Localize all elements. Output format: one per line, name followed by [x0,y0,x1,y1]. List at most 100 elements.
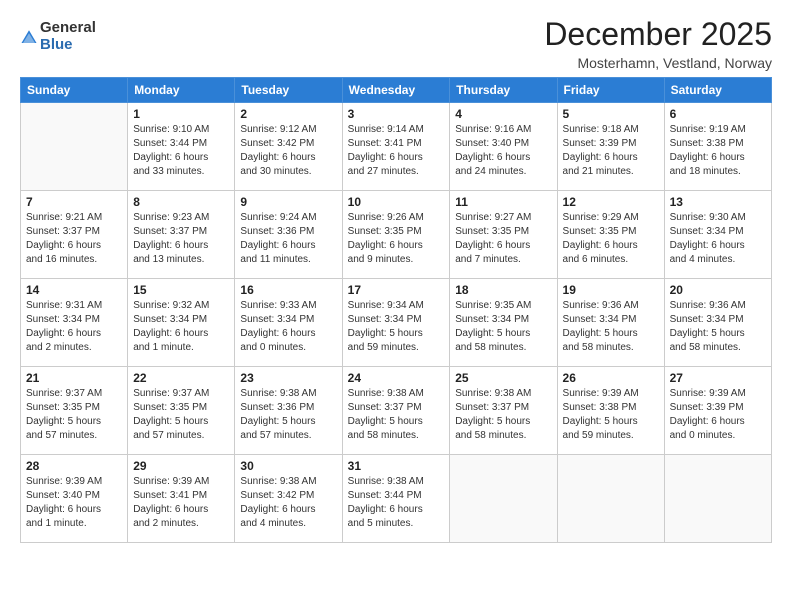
day-number: 11 [455,195,551,209]
day-number: 15 [133,283,229,297]
col-friday: Friday [557,78,664,103]
col-wednesday: Wednesday [342,78,450,103]
day-info: Sunrise: 9:14 AMSunset: 3:41 PMDaylight:… [348,123,445,179]
day-info: Sunrise: 9:36 AMSunset: 3:34 PMDaylight:… [563,299,659,355]
day-info: Sunrise: 9:12 AMSunset: 3:42 PMDaylight:… [240,123,336,179]
table-row: 27 Sunrise: 9:39 AMSunset: 3:39 PMDayligh… [664,367,771,455]
day-info: Sunrise: 9:39 AMSunset: 3:39 PMDaylight:… [670,387,766,443]
table-row: 14Sunrise: 9:31 AMSunset: 3:34 PMDayligh… [21,279,128,367]
logo-blue-text: Blue [40,37,96,54]
table-row: 19 Sunrise: 9:36 AMSunset: 3:34 PMDayligh… [557,279,664,367]
table-row [21,103,128,191]
day-info: Sunrise: 9:39 AMSunset: 3:40 PMDaylight:… [26,475,122,531]
location-subtitle: Mosterhamn, Vestland, Norway [544,55,772,71]
day-number: 27 [670,371,766,385]
table-row: 30 Sunrise: 9:38 AMSunset: 3:42 PMDayligh… [235,455,342,543]
calendar-week-row: 21 Sunrise: 9:37 AMSunset: 3:35 PMDayligh… [21,367,772,455]
day-info: Sunrise: 9:18 AMSunset: 3:39 PMDaylight:… [563,123,659,179]
table-row: 31 Sunrise: 9:38 AMSunset: 3:44 PMDayligh… [342,455,450,543]
day-number: 25 [455,371,551,385]
day-number: 22 [133,371,229,385]
table-row: 13Sunrise: 9:30 AMSunset: 3:34 PMDayligh… [664,191,771,279]
day-number: 17 [348,283,445,297]
day-info: Sunrise: 9:33 AMSunset: 3:34 PMDaylight:… [240,299,336,355]
day-info: Sunrise: 9:37 AMSunset: 3:35 PMDaylight:… [133,387,229,443]
table-row: 28 Sunrise: 9:39 AMSunset: 3:40 PMDayligh… [21,455,128,543]
day-number: 23 [240,371,336,385]
day-number: 28 [26,459,122,473]
table-row: 20 Sunrise: 9:36 AMSunset: 3:34 PMDayligh… [664,279,771,367]
calendar-week-row: 14Sunrise: 9:31 AMSunset: 3:34 PMDayligh… [21,279,772,367]
header: General Blue December 2025 Mosterhamn, V… [20,16,772,71]
day-info: Sunrise: 9:24 AMSunset: 3:36 PMDaylight:… [240,211,336,267]
day-number: 31 [348,459,445,473]
table-row: 9 Sunrise: 9:24 AMSunset: 3:36 PMDaylight… [235,191,342,279]
day-number: 16 [240,283,336,297]
day-info: Sunrise: 9:32 AMSunset: 3:34 PMDaylight:… [133,299,229,355]
col-saturday: Saturday [664,78,771,103]
month-title: December 2025 [544,16,772,53]
day-info: Sunrise: 9:26 AMSunset: 3:35 PMDaylight:… [348,211,445,267]
day-info: Sunrise: 9:38 AMSunset: 3:36 PMDaylight:… [240,387,336,443]
table-row: 4Sunrise: 9:16 AMSunset: 3:40 PMDaylight… [450,103,557,191]
day-number: 1 [133,107,229,121]
day-number: 18 [455,283,551,297]
table-row: 8 Sunrise: 9:23 AMSunset: 3:37 PMDaylight… [128,191,235,279]
logo-text: General Blue [40,20,96,53]
col-tuesday: Tuesday [235,78,342,103]
day-number: 13 [670,195,766,209]
table-row: 15 Sunrise: 9:32 AMSunset: 3:34 PMDayligh… [128,279,235,367]
day-number: 19 [563,283,659,297]
table-row: 1 Sunrise: 9:10 AMSunset: 3:44 PMDaylight… [128,103,235,191]
table-row: 21 Sunrise: 9:37 AMSunset: 3:35 PMDayligh… [21,367,128,455]
day-info: Sunrise: 9:38 AMSunset: 3:42 PMDaylight:… [240,475,336,531]
day-number: 14 [26,283,122,297]
table-row: 23 Sunrise: 9:38 AMSunset: 3:36 PMDayligh… [235,367,342,455]
day-info: Sunrise: 9:29 AMSunset: 3:35 PMDaylight:… [563,211,659,267]
table-row: 7Sunrise: 9:21 AMSunset: 3:37 PMDaylight… [21,191,128,279]
table-row: 10Sunrise: 9:26 AMSunset: 3:35 PMDayligh… [342,191,450,279]
day-info: Sunrise: 9:34 AMSunset: 3:34 PMDaylight:… [348,299,445,355]
day-number: 21 [26,371,122,385]
day-number: 7 [26,195,122,209]
day-number: 26 [563,371,659,385]
table-row: 16 Sunrise: 9:33 AMSunset: 3:34 PMDayligh… [235,279,342,367]
table-row [557,455,664,543]
day-info: Sunrise: 9:16 AMSunset: 3:40 PMDaylight:… [455,123,551,179]
table-row: 26 Sunrise: 9:39 AMSunset: 3:38 PMDayligh… [557,367,664,455]
table-row: 22 Sunrise: 9:37 AMSunset: 3:35 PMDayligh… [128,367,235,455]
day-info: Sunrise: 9:38 AMSunset: 3:37 PMDaylight:… [348,387,445,443]
day-info: Sunrise: 9:36 AMSunset: 3:34 PMDaylight:… [670,299,766,355]
day-number: 12 [563,195,659,209]
day-info: Sunrise: 9:23 AMSunset: 3:37 PMDaylight:… [133,211,229,267]
day-info: Sunrise: 9:37 AMSunset: 3:35 PMDaylight:… [26,387,122,443]
table-row: 24Sunrise: 9:38 AMSunset: 3:37 PMDayligh… [342,367,450,455]
calendar-week-row: 1 Sunrise: 9:10 AMSunset: 3:44 PMDaylight… [21,103,772,191]
logo-general-text: General [40,20,96,37]
day-info: Sunrise: 9:35 AMSunset: 3:34 PMDaylight:… [455,299,551,355]
table-row: 2 Sunrise: 9:12 AMSunset: 3:42 PMDaylight… [235,103,342,191]
table-row [450,455,557,543]
col-monday: Monday [128,78,235,103]
day-number: 8 [133,195,229,209]
day-info: Sunrise: 9:10 AMSunset: 3:44 PMDaylight:… [133,123,229,179]
day-number: 30 [240,459,336,473]
day-number: 9 [240,195,336,209]
table-row: 3Sunrise: 9:14 AMSunset: 3:41 PMDaylight… [342,103,450,191]
day-info: Sunrise: 9:27 AMSunset: 3:35 PMDaylight:… [455,211,551,267]
table-row: 11 Sunrise: 9:27 AMSunset: 3:35 PMDayligh… [450,191,557,279]
day-number: 20 [670,283,766,297]
page: General Blue December 2025 Mosterhamn, V… [0,0,792,612]
day-info: Sunrise: 9:39 AMSunset: 3:38 PMDaylight:… [563,387,659,443]
table-row [664,455,771,543]
day-info: Sunrise: 9:38 AMSunset: 3:44 PMDaylight:… [348,475,445,531]
calendar-table: Sunday Monday Tuesday Wednesday Thursday… [20,77,772,543]
logo: General Blue [20,20,96,53]
logo-icon [20,28,38,46]
day-number: 2 [240,107,336,121]
table-row: 6Sunrise: 9:19 AMSunset: 3:38 PMDaylight… [664,103,771,191]
table-row: 29Sunrise: 9:39 AMSunset: 3:41 PMDayligh… [128,455,235,543]
col-sunday: Sunday [21,78,128,103]
day-info: Sunrise: 9:39 AMSunset: 3:41 PMDaylight:… [133,475,229,531]
day-info: Sunrise: 9:19 AMSunset: 3:38 PMDaylight:… [670,123,766,179]
